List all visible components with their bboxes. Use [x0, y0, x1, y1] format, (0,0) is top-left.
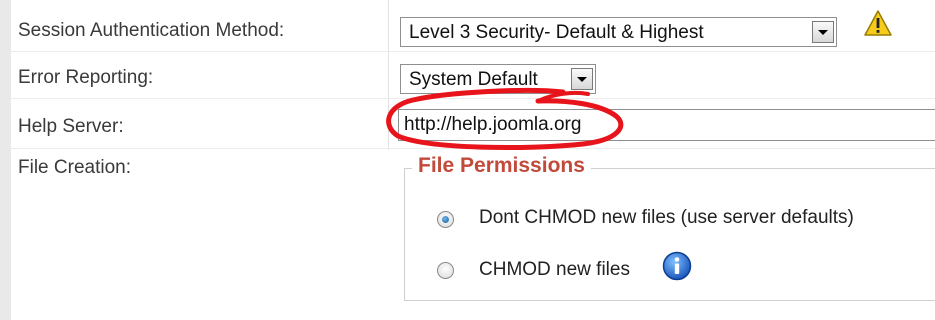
chevron-down-icon[interactable]	[812, 21, 834, 43]
file-permissions-legend: File Permissions	[412, 154, 591, 178]
left-frame-border	[0, 0, 11, 320]
help-server-value: http://help.joomla.org	[404, 114, 582, 135]
chevron-down-icon[interactable]	[571, 68, 593, 90]
dont-chmod-label[interactable]: Dont CHMOD new files (use server default…	[479, 207, 854, 229]
session-auth-selected-value: Level 3 Security- Default & Highest	[409, 22, 704, 43]
error-reporting-select[interactable]: System Default	[400, 64, 596, 94]
dont-chmod-radio[interactable]	[437, 211, 454, 228]
help-server-input[interactable]: http://help.joomla.org	[398, 109, 935, 141]
file-permissions-fieldset	[404, 168, 935, 301]
column-divider	[388, 0, 389, 150]
row-separator	[11, 148, 935, 149]
session-auth-label: Session Authentication Method:	[18, 20, 285, 41]
row-separator	[11, 51, 935, 52]
chmod-label[interactable]: CHMOD new files	[479, 259, 630, 281]
file-creation-label: File Creation:	[18, 157, 131, 178]
error-reporting-selected-value: System Default	[409, 69, 538, 90]
chmod-radio[interactable]	[437, 262, 454, 279]
session-auth-select[interactable]: Level 3 Security- Default & Highest	[400, 17, 837, 47]
warning-triangle-icon	[864, 10, 892, 36]
row-separator	[11, 98, 935, 99]
error-reporting-label: Error Reporting:	[18, 67, 154, 88]
help-server-label: Help Server:	[18, 116, 124, 137]
info-icon[interactable]	[662, 251, 692, 281]
